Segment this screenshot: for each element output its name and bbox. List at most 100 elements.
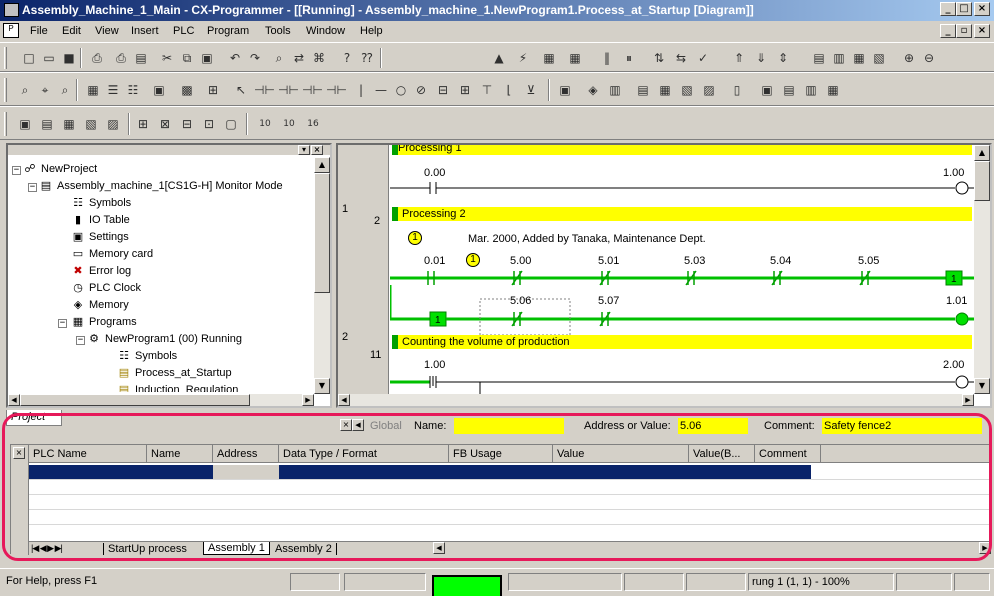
monitor-mode-icon[interactable]: ▦	[540, 49, 558, 67]
scroll-down-button[interactable]: ▼	[974, 378, 990, 394]
online-edit-cancel-icon[interactable]: ▥	[606, 81, 624, 99]
tree-item-memory[interactable]: ◈ Memory	[70, 297, 129, 314]
or-contact-icon[interactable]: ⊣⊢	[302, 81, 323, 99]
scroll-right-button[interactable]: ▶	[979, 542, 991, 554]
close-watch-button[interactable]: ×	[340, 419, 352, 431]
open-icon[interactable]: ▭	[40, 49, 58, 67]
column-header[interactable]: FB Usage	[449, 445, 553, 463]
tree-item-error-log[interactable]: ✖ Error log	[70, 263, 131, 280]
scroll-left-button[interactable]: ◀	[8, 394, 20, 406]
scroll-down-button[interactable]: ▼	[314, 378, 330, 394]
list-icon[interactable]: ☷	[124, 81, 142, 99]
scroll-left-button[interactable]: ◀	[338, 394, 350, 406]
menu-file[interactable]: File	[30, 25, 48, 37]
dec-10-icon[interactable]: 10	[280, 115, 298, 133]
scroll-thumb[interactable]	[20, 394, 250, 406]
block-icon[interactable]: ▩	[178, 81, 196, 99]
instruction-icon[interactable]: ⊟	[434, 81, 452, 99]
menu-program[interactable]: Program	[207, 25, 249, 37]
expand-toggle[interactable]: −	[12, 166, 21, 175]
window-project-icon[interactable]: ▣	[16, 115, 34, 133]
project-window-icon[interactable]: ▦	[824, 81, 842, 99]
tree-item-settings[interactable]: ▣ Settings	[70, 229, 129, 246]
comments-icon[interactable]: ☰	[104, 81, 122, 99]
replace-icon[interactable]: ⇄	[290, 49, 308, 67]
menu-window[interactable]: Window	[306, 25, 345, 37]
tree-item-symbols[interactable]: ☷ Symbols	[70, 195, 131, 212]
column-header[interactable]: Address	[213, 445, 279, 463]
contact-nc-icon[interactable]: ⊣⊢	[278, 81, 299, 99]
expand-toggle[interactable]: −	[76, 336, 85, 345]
zoom-out-diagram-icon[interactable]: ⌕	[56, 81, 74, 99]
name-field[interactable]	[454, 418, 564, 434]
pt-icon[interactable]: ⊤	[478, 81, 496, 99]
instruction-alt-icon[interactable]: ⊞	[456, 81, 474, 99]
scroll-thumb[interactable]	[314, 173, 330, 293]
scroll-left-button[interactable]: ◀	[433, 542, 445, 554]
undo-icon[interactable]: ↶	[226, 49, 244, 67]
split-view-icon[interactable]: ▯	[728, 81, 746, 99]
view-mnemonic-icon[interactable]: ▥	[830, 49, 848, 67]
print-icon[interactable]: ⎙	[112, 49, 130, 67]
table-row[interactable]	[29, 465, 811, 479]
column-header[interactable]: PLC Name	[29, 445, 147, 463]
address-field[interactable]: 5.06	[678, 418, 748, 434]
online-icon[interactable]: ▲	[490, 49, 508, 67]
delete-line-icon[interactable]: ⊻	[522, 81, 540, 99]
rung-end-icon[interactable]: ⌊	[500, 81, 518, 99]
column-header[interactable]: Comment	[755, 445, 821, 463]
force-off-icon[interactable]: ⇓	[752, 49, 770, 67]
mdi-minimize-button[interactable]: _	[940, 24, 956, 38]
scroll-right-button[interactable]: ▶	[962, 394, 974, 406]
verify-icon[interactable]: ✓	[694, 49, 712, 67]
selected-address-cell[interactable]	[213, 465, 279, 479]
diagram-horizontal-scrollbar[interactable]: ◀ ▶	[338, 394, 974, 406]
help-icon[interactable]: ?	[338, 49, 356, 67]
tab-startup-process[interactable]: StartUp process	[103, 543, 187, 555]
force-reset-icon[interactable]: ▦	[656, 81, 674, 99]
zoom-fit-icon[interactable]: ⌖	[36, 81, 54, 99]
force-cancel-icon[interactable]: ⇕	[774, 49, 792, 67]
tab-assembly-2[interactable]: Assembly 2	[275, 543, 337, 555]
menu-insert[interactable]: Insert	[131, 25, 159, 37]
app-icon[interactable]	[4, 3, 19, 17]
column-header[interactable]: Name	[147, 445, 213, 463]
menu-plc[interactable]: PLC	[173, 25, 194, 37]
tab-assembly-1[interactable]: Assembly 1	[203, 542, 270, 555]
tool-a-icon[interactable]: ⊞	[134, 115, 152, 133]
hex-10-icon[interactable]: 10	[256, 115, 274, 133]
contact-no-icon[interactable]: ⊣⊢	[254, 81, 275, 99]
menu-help[interactable]: Help	[360, 25, 383, 37]
menu-edit[interactable]: Edit	[62, 25, 81, 37]
comment-field[interactable]: Safety fence2	[822, 418, 982, 434]
pause-icon[interactable]: ‖	[598, 49, 616, 67]
tree-item-process-at-startup[interactable]: ▤ Process_at_Startup	[116, 365, 232, 382]
scroll-thumb[interactable]	[974, 161, 990, 201]
print-preview-icon[interactable]: ⎙	[88, 49, 106, 67]
monitor-diagram-icon[interactable]: ▣	[150, 81, 168, 99]
tree-item-newprogram1[interactable]: ⚙ NewProgram1 (00) Running	[86, 331, 242, 348]
panel-close-button[interactable]: ×	[311, 145, 323, 155]
column-header[interactable]: Data Type / Format	[279, 445, 449, 463]
cross-reference-icon[interactable]: ⌘	[310, 49, 328, 67]
context-help-icon[interactable]: ⁇	[358, 49, 376, 67]
expand-toggle[interactable]: −	[58, 319, 67, 328]
tree-item-plc[interactable]: ▤ Assembly_machine_1[CS1G-H] Monitor Mode	[38, 178, 283, 195]
online-edit-send-icon[interactable]: ◈	[584, 81, 602, 99]
set-value-icon[interactable]: ▧	[678, 81, 696, 99]
scroll-right-button[interactable]: ▶	[302, 394, 314, 406]
watch-menu-button[interactable]: ◀	[352, 419, 364, 431]
select-icon[interactable]: ↖	[232, 81, 250, 99]
close-button[interactable]: ×	[974, 2, 990, 16]
program-mode-icon[interactable]: ▦	[566, 49, 584, 67]
tool-c-icon[interactable]: ⊟	[178, 115, 196, 133]
stop-icon[interactable]: ⏸	[620, 49, 638, 67]
horizontal-line-icon[interactable]: —	[372, 81, 390, 99]
cut-icon[interactable]: ✂	[158, 49, 176, 67]
tool-d-icon[interactable]: ⊡	[200, 115, 218, 133]
transfer-icon[interactable]: ⇅	[650, 49, 668, 67]
tree-item-memory-card[interactable]: ▭ Memory card	[70, 246, 153, 263]
tool-e-icon[interactable]: ▢	[222, 115, 240, 133]
view-watch-icon[interactable]: ▧	[870, 49, 888, 67]
tree-item-program-symbols[interactable]: ☷ Symbols	[116, 348, 177, 365]
